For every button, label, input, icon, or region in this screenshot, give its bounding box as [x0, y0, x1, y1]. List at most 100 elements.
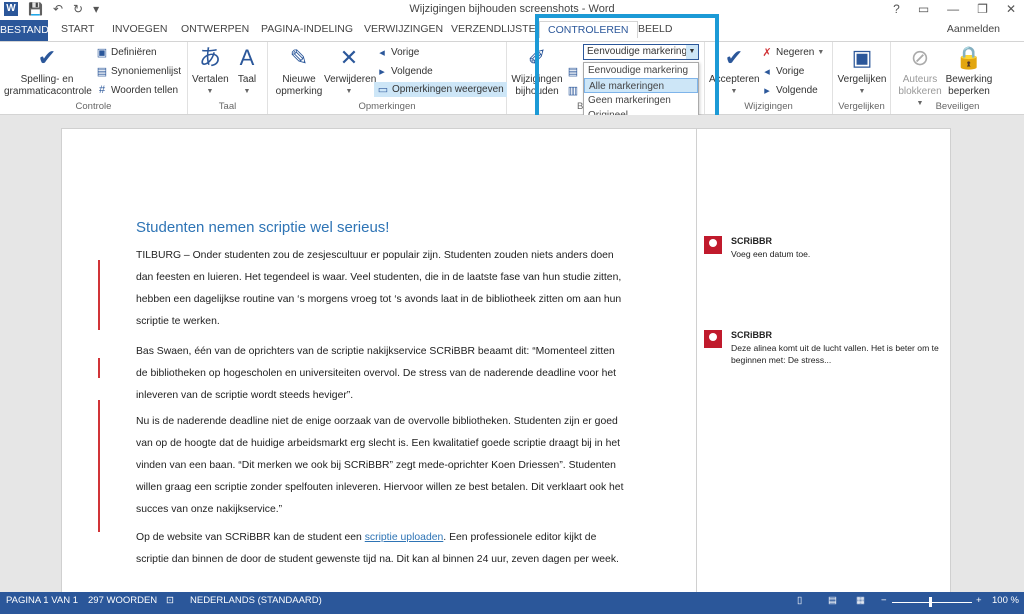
window-controls: ? ▭ — ❐ ✕	[893, 2, 1016, 16]
thesaurus-label: Synoniemenlijst	[111, 66, 182, 77]
track-changes-label-line1: Wijzigingen	[511, 74, 563, 85]
group-comments: ✎ Nieuwe opmerking ✕ Verwijderen ▼ ◂ Vor…	[268, 42, 507, 114]
avatar	[704, 330, 722, 348]
document-area[interactable]: Studenten nemen scriptie wel serieus! TI…	[0, 115, 1024, 598]
define-icon: ▣	[96, 47, 108, 59]
reject-icon: ✗	[762, 47, 772, 59]
tab-start[interactable]: START	[61, 23, 94, 35]
previous-change-label: Vorige	[776, 66, 805, 77]
tab-view[interactable]: BEELD	[638, 23, 672, 35]
spellcheck-icon: ✔	[37, 45, 57, 70]
group-changes-label: Wijzigingen	[744, 101, 793, 112]
next-change-button[interactable]: ▸ Volgende	[761, 84, 817, 97]
reject-caret-icon: ▼	[817, 49, 825, 56]
accept-label: Accepteren	[709, 74, 760, 85]
compare-caret-icon: ▼	[858, 88, 866, 95]
review-pane-icon[interactable]: ▥	[567, 84, 579, 97]
restrict-editing-button[interactable]: 🔒 Bewerking beperken	[945, 45, 993, 98]
word-count[interactable]: 297 WOORDEN	[88, 595, 157, 606]
translate-button[interactable]: あ Vertalen ▼	[192, 45, 229, 98]
tab-insert[interactable]: INVOEGEN	[112, 23, 167, 35]
document-heading[interactable]: Studenten nemen scriptie wel serieus!	[136, 219, 389, 236]
markup-option-all[interactable]: Alle markeringen	[584, 78, 698, 93]
document-page[interactable]: Studenten nemen scriptie wel serieus! TI…	[61, 128, 951, 598]
define-button[interactable]: ▣ Definiëren	[96, 46, 157, 59]
markup-menu-icon[interactable]: ▤	[567, 65, 579, 78]
comment-text: Deze alinea komt uit de lucht vallen. He…	[731, 343, 939, 365]
restore-icon[interactable]: ❐	[977, 2, 988, 16]
markup-option-simple[interactable]: Eenvoudige markering	[584, 63, 698, 78]
next-comment-button[interactable]: ▸ Volgende	[376, 65, 433, 78]
tab-review[interactable]: CONTROLEREN	[539, 21, 638, 38]
proofing-status-icon[interactable]: ⊡	[166, 595, 174, 606]
markup-select[interactable]: Eenvoudige markering ▼	[583, 44, 699, 60]
tab-design[interactable]: ONTWERPEN	[181, 23, 249, 35]
ribbon: ✔ Spelling- en grammaticacontrole ▣ Defi…	[0, 41, 1024, 115]
page-count[interactable]: PAGINA 1 VAN 1	[6, 595, 78, 606]
markup-option-none[interactable]: Geen markeringen	[584, 93, 698, 108]
markup-area-divider	[696, 129, 697, 597]
paragraph-3[interactable]: Nu is de naderende deadline niet de enig…	[136, 411, 626, 521]
lock-icon: 🔒	[955, 45, 983, 70]
translate-label: Vertalen	[192, 74, 229, 85]
compare-icon: ▣	[851, 45, 873, 70]
spelling-button[interactable]: ✔ Spelling- en grammaticacontrole	[4, 45, 92, 98]
language-status[interactable]: NEDERLANDS (STANDAARD)	[190, 595, 322, 606]
zoom-out-icon[interactable]: −	[881, 595, 887, 606]
track-changes-button[interactable]: ✐ Wijzigingen bijhouden	[509, 45, 565, 98]
zoom-slider[interactable]	[892, 602, 972, 603]
paragraph-2[interactable]: Bas Swaen, één van de oprichters van de …	[136, 341, 626, 407]
web-layout-icon[interactable]: ▦	[856, 595, 865, 606]
zoom-level[interactable]: 100 %	[992, 595, 1019, 606]
show-comments-icon: ▭	[377, 84, 389, 96]
block-authors-icon: ⊘	[910, 45, 930, 70]
paragraph-4[interactable]: Op de website van SCRiBBR kan de student…	[136, 527, 626, 571]
zoom-in-icon[interactable]: +	[976, 595, 982, 606]
language-icon: A	[239, 45, 255, 70]
ribbon-options-icon[interactable]: ▭	[918, 2, 929, 16]
previous-change-button[interactable]: ◂ Vorige	[761, 65, 804, 78]
paragraph-1[interactable]: TILBURG – Onder studenten zou de zesjesc…	[136, 245, 626, 333]
tab-layout[interactable]: PAGINA-INDELING	[261, 23, 353, 35]
show-comments-button[interactable]: ▭ Opmerkingen weergeven	[374, 82, 507, 97]
group-protect-label: Beveiligen	[935, 101, 980, 112]
tab-file[interactable]: BESTAND	[0, 20, 49, 41]
track-changes-label-line2: bijhouden	[515, 86, 559, 97]
wordcount-icon: #	[98, 84, 106, 96]
reject-button[interactable]: ✗ Negeren ▼	[761, 46, 824, 59]
new-comment-button[interactable]: ✎ Nieuwe opmerking	[274, 45, 324, 98]
language-button[interactable]: A Taal ▼	[230, 45, 264, 98]
help-icon[interactable]: ?	[893, 2, 900, 16]
group-proofing: ✔ Spelling- en grammaticacontrole ▣ Defi…	[0, 42, 188, 114]
restrict-editing-label: Bewerking beperken	[945, 74, 993, 97]
accept-button[interactable]: ✔ Accepteren ▼	[709, 45, 760, 98]
avatar	[704, 236, 722, 254]
tab-references[interactable]: VERWIJZINGEN	[364, 23, 443, 35]
print-layout-icon[interactable]: ▤	[828, 595, 837, 606]
ribbon-tabs: BESTAND START INVOEGEN ONTWERPEN PAGINA-…	[0, 20, 1024, 41]
group-protect: ⊘ Auteurs blokkeren ▼ 🔒 Bewerking beperk…	[891, 42, 1024, 114]
wordcount-button[interactable]: # Woorden tellen	[96, 84, 178, 96]
title-bar: W 💾 ↶ ↻ ▾ Wijzigingen bijhouden screensh…	[0, 0, 1024, 20]
minimize-icon[interactable]: —	[947, 2, 959, 16]
group-compare: ▣ Vergelijken ▼ Vergelijken	[833, 42, 891, 114]
compare-label: Vergelijken	[837, 74, 887, 85]
delete-comment-label: Verwijderen	[324, 74, 377, 85]
previous-comment-button[interactable]: ◂ Vorige	[376, 46, 419, 59]
close-icon[interactable]: ✕	[1006, 2, 1016, 16]
tab-mailings[interactable]: VERZENDLIJSTEN	[451, 23, 543, 35]
zoom-slider-thumb[interactable]	[929, 597, 932, 607]
next-change-icon: ▸	[764, 85, 770, 97]
thesaurus-button[interactable]: ▤ Synoniemenlijst	[96, 65, 181, 78]
compare-button[interactable]: ▣ Vergelijken ▼	[835, 45, 889, 98]
upload-thesis-link[interactable]: scriptie uploaden	[365, 532, 444, 543]
dropdown-arrow-icon[interactable]: ▼	[686, 45, 698, 59]
read-mode-icon[interactable]: ▯	[797, 595, 802, 606]
paragraph-4-text-a: Op de website van SCRiBBR kan de student…	[136, 532, 365, 543]
sign-in-link[interactable]: Aanmelden	[947, 23, 1000, 35]
new-comment-label: Nieuwe opmerking	[275, 74, 323, 97]
delete-comment-button[interactable]: ✕ Verwijderen ▼	[324, 45, 377, 98]
markup-selected-value: Eenvoudige markering	[587, 46, 688, 57]
group-compare-label: Vergelijken	[838, 101, 885, 112]
next-comment-label: Volgende	[391, 66, 433, 77]
